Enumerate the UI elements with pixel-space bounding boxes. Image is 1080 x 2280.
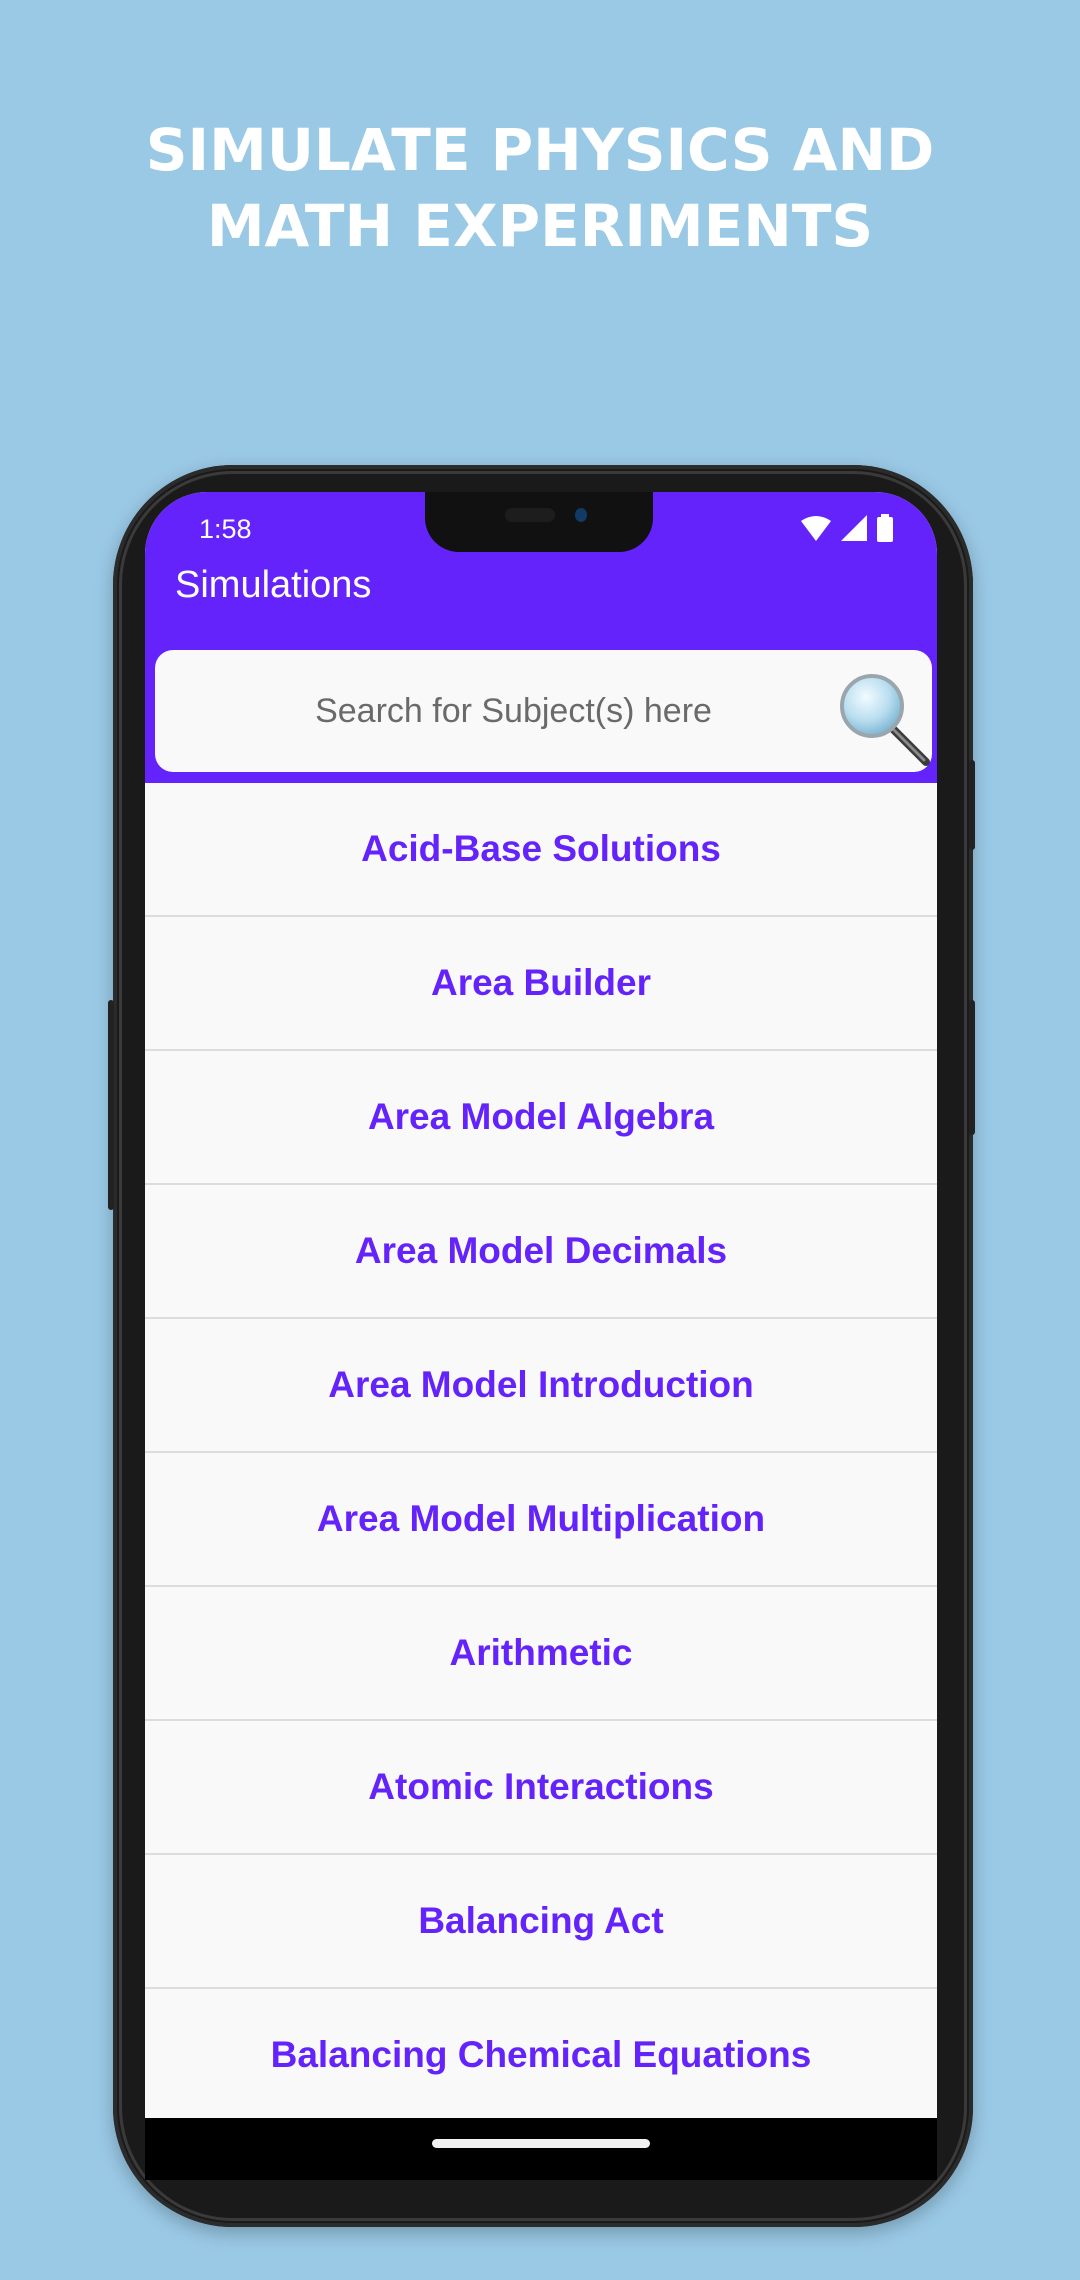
status-time: 1:58 <box>199 514 252 544</box>
front-camera <box>575 508 587 522</box>
list-item-label: Atomic Interactions <box>368 1766 714 1807</box>
gesture-nav-bar <box>145 2118 937 2180</box>
list-item[interactable]: Balancing Act <box>145 1855 937 1989</box>
list-item[interactable]: Atomic Interactions <box>145 1721 937 1855</box>
list-item[interactable]: Area Model Multiplication <box>145 1453 937 1587</box>
list-item[interactable]: Area Model Algebra <box>145 1051 937 1185</box>
list-item-label: Area Model Introduction <box>328 1364 754 1405</box>
phone-side-button <box>969 760 975 850</box>
magnifier-icon[interactable] <box>836 670 932 766</box>
list-item[interactable]: Acid-Base Solutions <box>145 783 937 917</box>
status-icons <box>801 514 893 542</box>
app-header: 1:58 Simulations <box>145 492 937 783</box>
list-item[interactable]: Area Builder <box>145 917 937 1051</box>
phone-side-button <box>108 1000 114 1210</box>
app-title: Simulations <box>175 564 372 606</box>
list-item-label: Area Model Multiplication <box>316 1498 766 1539</box>
list-item-label: Area Model Decimals <box>354 1230 728 1271</box>
simulation-list: Acid-Base Solutions Area Builder Area Mo… <box>145 783 937 2118</box>
phone-screen: 1:58 Simulations Search for Subject(s) h… <box>145 492 937 2118</box>
list-item-label: Area Builder <box>430 962 651 1003</box>
wifi-icon <box>801 516 831 541</box>
list-item-label: Balancing Chemical Equations <box>270 2034 812 2075</box>
promo-headline-line2: MATH EXPERIMENTS <box>206 192 874 260</box>
list-item[interactable]: Area Model Decimals <box>145 1185 937 1319</box>
camera-notch <box>425 492 653 552</box>
search-input[interactable] <box>155 650 932 772</box>
search-box[interactable] <box>155 650 932 772</box>
list-item[interactable]: Arithmetic <box>145 1587 937 1721</box>
signal-icon <box>841 515 867 541</box>
speaker <box>505 508 555 522</box>
list-item-label: Area Model Algebra <box>367 1096 715 1137</box>
battery-icon <box>877 514 893 542</box>
list-item-label: Acid-Base Solutions <box>361 828 721 869</box>
list-item[interactable]: Balancing Chemical Equations <box>145 1989 937 2118</box>
promo-headline: SIMULATE PHYSICS AND MATH EXPERIMENTS <box>0 112 1080 264</box>
list-item-label: Arithmetic <box>449 1632 633 1673</box>
promo-headline-line1: SIMULATE PHYSICS AND <box>145 116 935 184</box>
list-item[interactable]: Area Model Introduction <box>145 1319 937 1453</box>
home-gesture-handle[interactable] <box>432 2139 650 2148</box>
list-item-label: Balancing Act <box>418 1900 664 1941</box>
phone-side-button <box>969 1000 975 1135</box>
